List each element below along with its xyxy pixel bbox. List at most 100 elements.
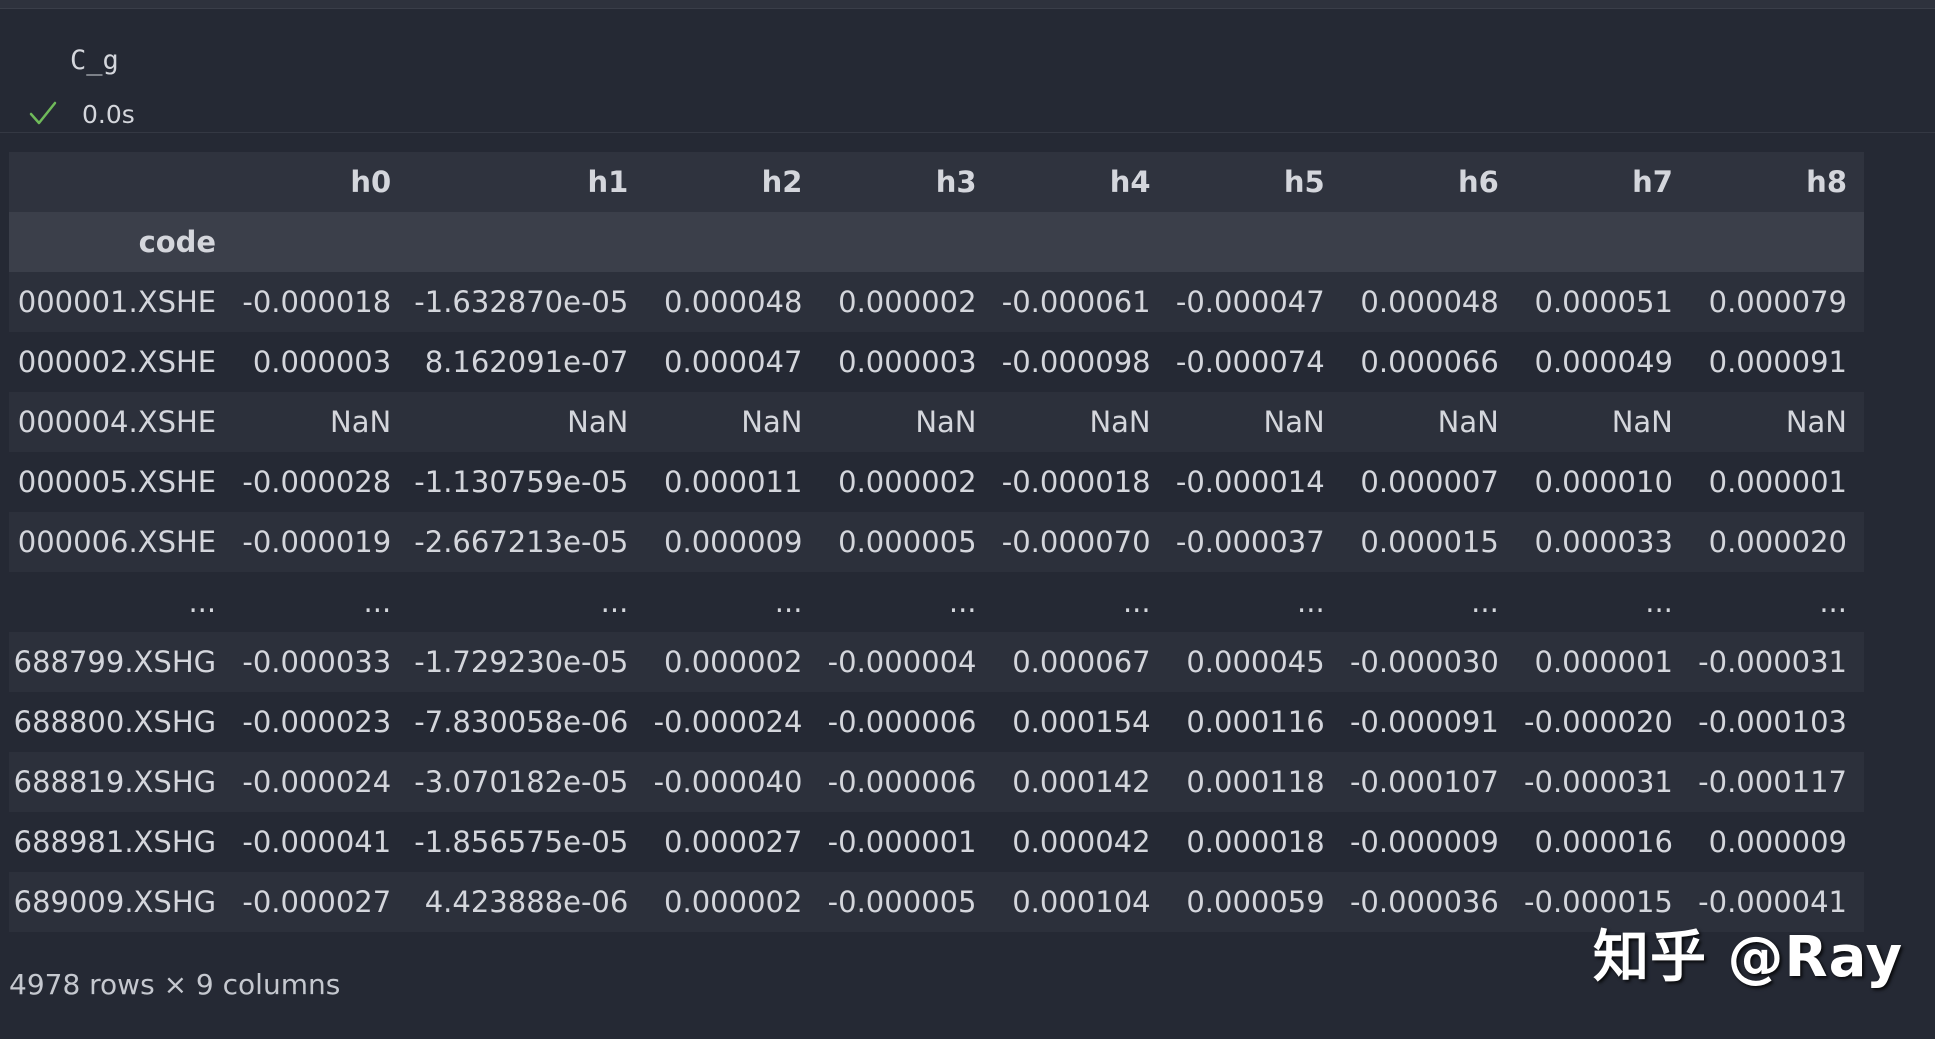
table-cell: NaN <box>1515 392 1690 452</box>
row-index: 000005.XSHE <box>9 452 234 512</box>
table-cell: -1.632870e-05 <box>408 272 646 332</box>
row-index: 689009.XSHG <box>9 872 234 932</box>
table-cell: 0.000033 <box>1515 512 1690 572</box>
table-cell: -0.000047 <box>1167 272 1342 332</box>
table-row: 000002.XSHE 0.000003 8.162091e-07 0.000047 0… <box>9 332 1864 392</box>
table-cell: 0.000045 <box>1167 632 1342 692</box>
table-cell: 0.000079 <box>1689 272 1864 332</box>
table-cell: -0.000018 <box>993 452 1168 512</box>
table-cell: 0.000042 <box>993 812 1168 872</box>
table-cell: -0.000005 <box>819 872 994 932</box>
table-cell: 0.000002 <box>645 632 820 692</box>
execution-time: 0.0s <box>82 99 135 129</box>
table-cell: 4.423888e-06 <box>408 872 646 932</box>
table-row: 000006.XSHE -0.000019 -2.667213e-05 0.00000… <box>9 512 1864 572</box>
table-cell: 0.000059 <box>1167 872 1342 932</box>
table-row: 688800.XSHG -0.000023 -7.830058e-06 -0.0000… <box>9 692 1864 752</box>
table-cell: -0.000103 <box>1689 692 1864 752</box>
row-index: 000006.XSHE <box>9 512 234 572</box>
table-cell: ... <box>819 572 994 632</box>
table-cell: -0.000006 <box>819 752 994 812</box>
table-cell: NaN <box>645 392 820 452</box>
table-row: 000001.XSHE -0.000018 -1.632870e-05 0.00004… <box>9 272 1864 332</box>
table-cell: 0.000104 <box>993 872 1168 932</box>
column-header: h4 <box>993 152 1168 212</box>
table-cell: -0.000018 <box>233 272 409 332</box>
table-cell: 0.000018 <box>1167 812 1342 872</box>
table-cell: 0.000142 <box>993 752 1168 812</box>
row-index: 688981.XSHG <box>9 812 234 872</box>
table-cell: 0.000154 <box>993 692 1168 752</box>
table-cell: ... <box>1167 572 1342 632</box>
table-cell: -0.000070 <box>993 512 1168 572</box>
table-cell: 0.000116 <box>1167 692 1342 752</box>
table-cell: -0.000027 <box>233 872 409 932</box>
table-cell: -0.000107 <box>1341 752 1516 812</box>
dataframe-output: h0 h1 h2 h3 h4 h5 h6 h7 h8 code 000001.X… <box>9 152 1864 932</box>
table-cell: -0.000024 <box>645 692 820 752</box>
table-cell: 0.000016 <box>1515 812 1690 872</box>
table-cell: -0.000004 <box>819 632 994 692</box>
table-cell: -0.000117 <box>1689 752 1864 812</box>
table-cell: 0.000027 <box>645 812 820 872</box>
table-cell: ... <box>233 572 409 632</box>
table-cell: 0.000066 <box>1341 332 1516 392</box>
table-cell: -0.000033 <box>233 632 409 692</box>
table-cell: NaN <box>233 392 409 452</box>
table-cell: -2.667213e-05 <box>408 512 646 572</box>
table-cell: -0.000041 <box>233 812 409 872</box>
table-cell: ... <box>408 572 646 632</box>
table-cell: ... <box>1689 572 1864 632</box>
column-header: h8 <box>1689 152 1864 212</box>
table-row: 688799.XSHG -0.000033 -1.729230e-05 0.00000… <box>9 632 1864 692</box>
table-cell: 0.000011 <box>645 452 820 512</box>
table-row: 688819.XSHG -0.000024 -3.070182e-05 -0.0000… <box>9 752 1864 812</box>
row-index: 688800.XSHG <box>9 692 234 752</box>
dataframe-shape: 4978 rows × 9 columns <box>9 968 341 1001</box>
table-cell: 0.000067 <box>993 632 1168 692</box>
row-index: 000002.XSHE <box>9 332 234 392</box>
table-cell: -0.000098 <box>993 332 1168 392</box>
table-cell: 0.000003 <box>233 332 409 392</box>
cell-code[interactable]: C_g <box>70 45 119 76</box>
table-cell: 0.000007 <box>1341 452 1516 512</box>
table-cell: -0.000061 <box>993 272 1168 332</box>
table-cell: 0.000009 <box>1689 812 1864 872</box>
table-cell: 0.000002 <box>819 272 994 332</box>
table-cell: NaN <box>1341 392 1516 452</box>
table-cell: -0.000040 <box>645 752 820 812</box>
table-cell: ... <box>1515 572 1690 632</box>
table-cell: -0.000019 <box>233 512 409 572</box>
table-cell: -0.000020 <box>1515 692 1690 752</box>
table-cell: 0.000001 <box>1689 452 1864 512</box>
table-cell: NaN <box>1167 392 1342 452</box>
table-cell: -7.830058e-06 <box>408 692 646 752</box>
table-cell: -0.000009 <box>1341 812 1516 872</box>
table-cell: -1.130759e-05 <box>408 452 646 512</box>
table-cell: 0.000002 <box>645 872 820 932</box>
table-cell: ... <box>993 572 1168 632</box>
table-cell: 0.000001 <box>1515 632 1690 692</box>
table-cell: -1.729230e-05 <box>408 632 646 692</box>
table-cell: -0.000014 <box>1167 452 1342 512</box>
index-name-row: code <box>9 212 1864 272</box>
row-index: ... <box>9 572 234 632</box>
table-cell: NaN <box>1689 392 1864 452</box>
column-header: h0 <box>233 152 409 212</box>
table-cell: 0.000020 <box>1689 512 1864 572</box>
index-name-header: code <box>9 212 234 272</box>
table-cell: 0.000015 <box>1341 512 1516 572</box>
column-header: h6 <box>1341 152 1516 212</box>
dataframe-table: h0 h1 h2 h3 h4 h5 h6 h7 h8 code 000001.X… <box>9 152 1864 932</box>
table-row: .............................. <box>9 572 1864 632</box>
table-cell: ... <box>645 572 820 632</box>
table-cell: 0.000047 <box>645 332 820 392</box>
column-header: h1 <box>408 152 646 212</box>
table-cell: -3.070182e-05 <box>408 752 646 812</box>
table-cell: NaN <box>408 392 646 452</box>
table-cell: -0.000091 <box>1341 692 1516 752</box>
table-cell: -0.000030 <box>1341 632 1516 692</box>
notebook-cell-input[interactable]: C_g 0.0s <box>0 9 1935 133</box>
table-cell: -0.000006 <box>819 692 994 752</box>
table-cell: 0.000009 <box>645 512 820 572</box>
